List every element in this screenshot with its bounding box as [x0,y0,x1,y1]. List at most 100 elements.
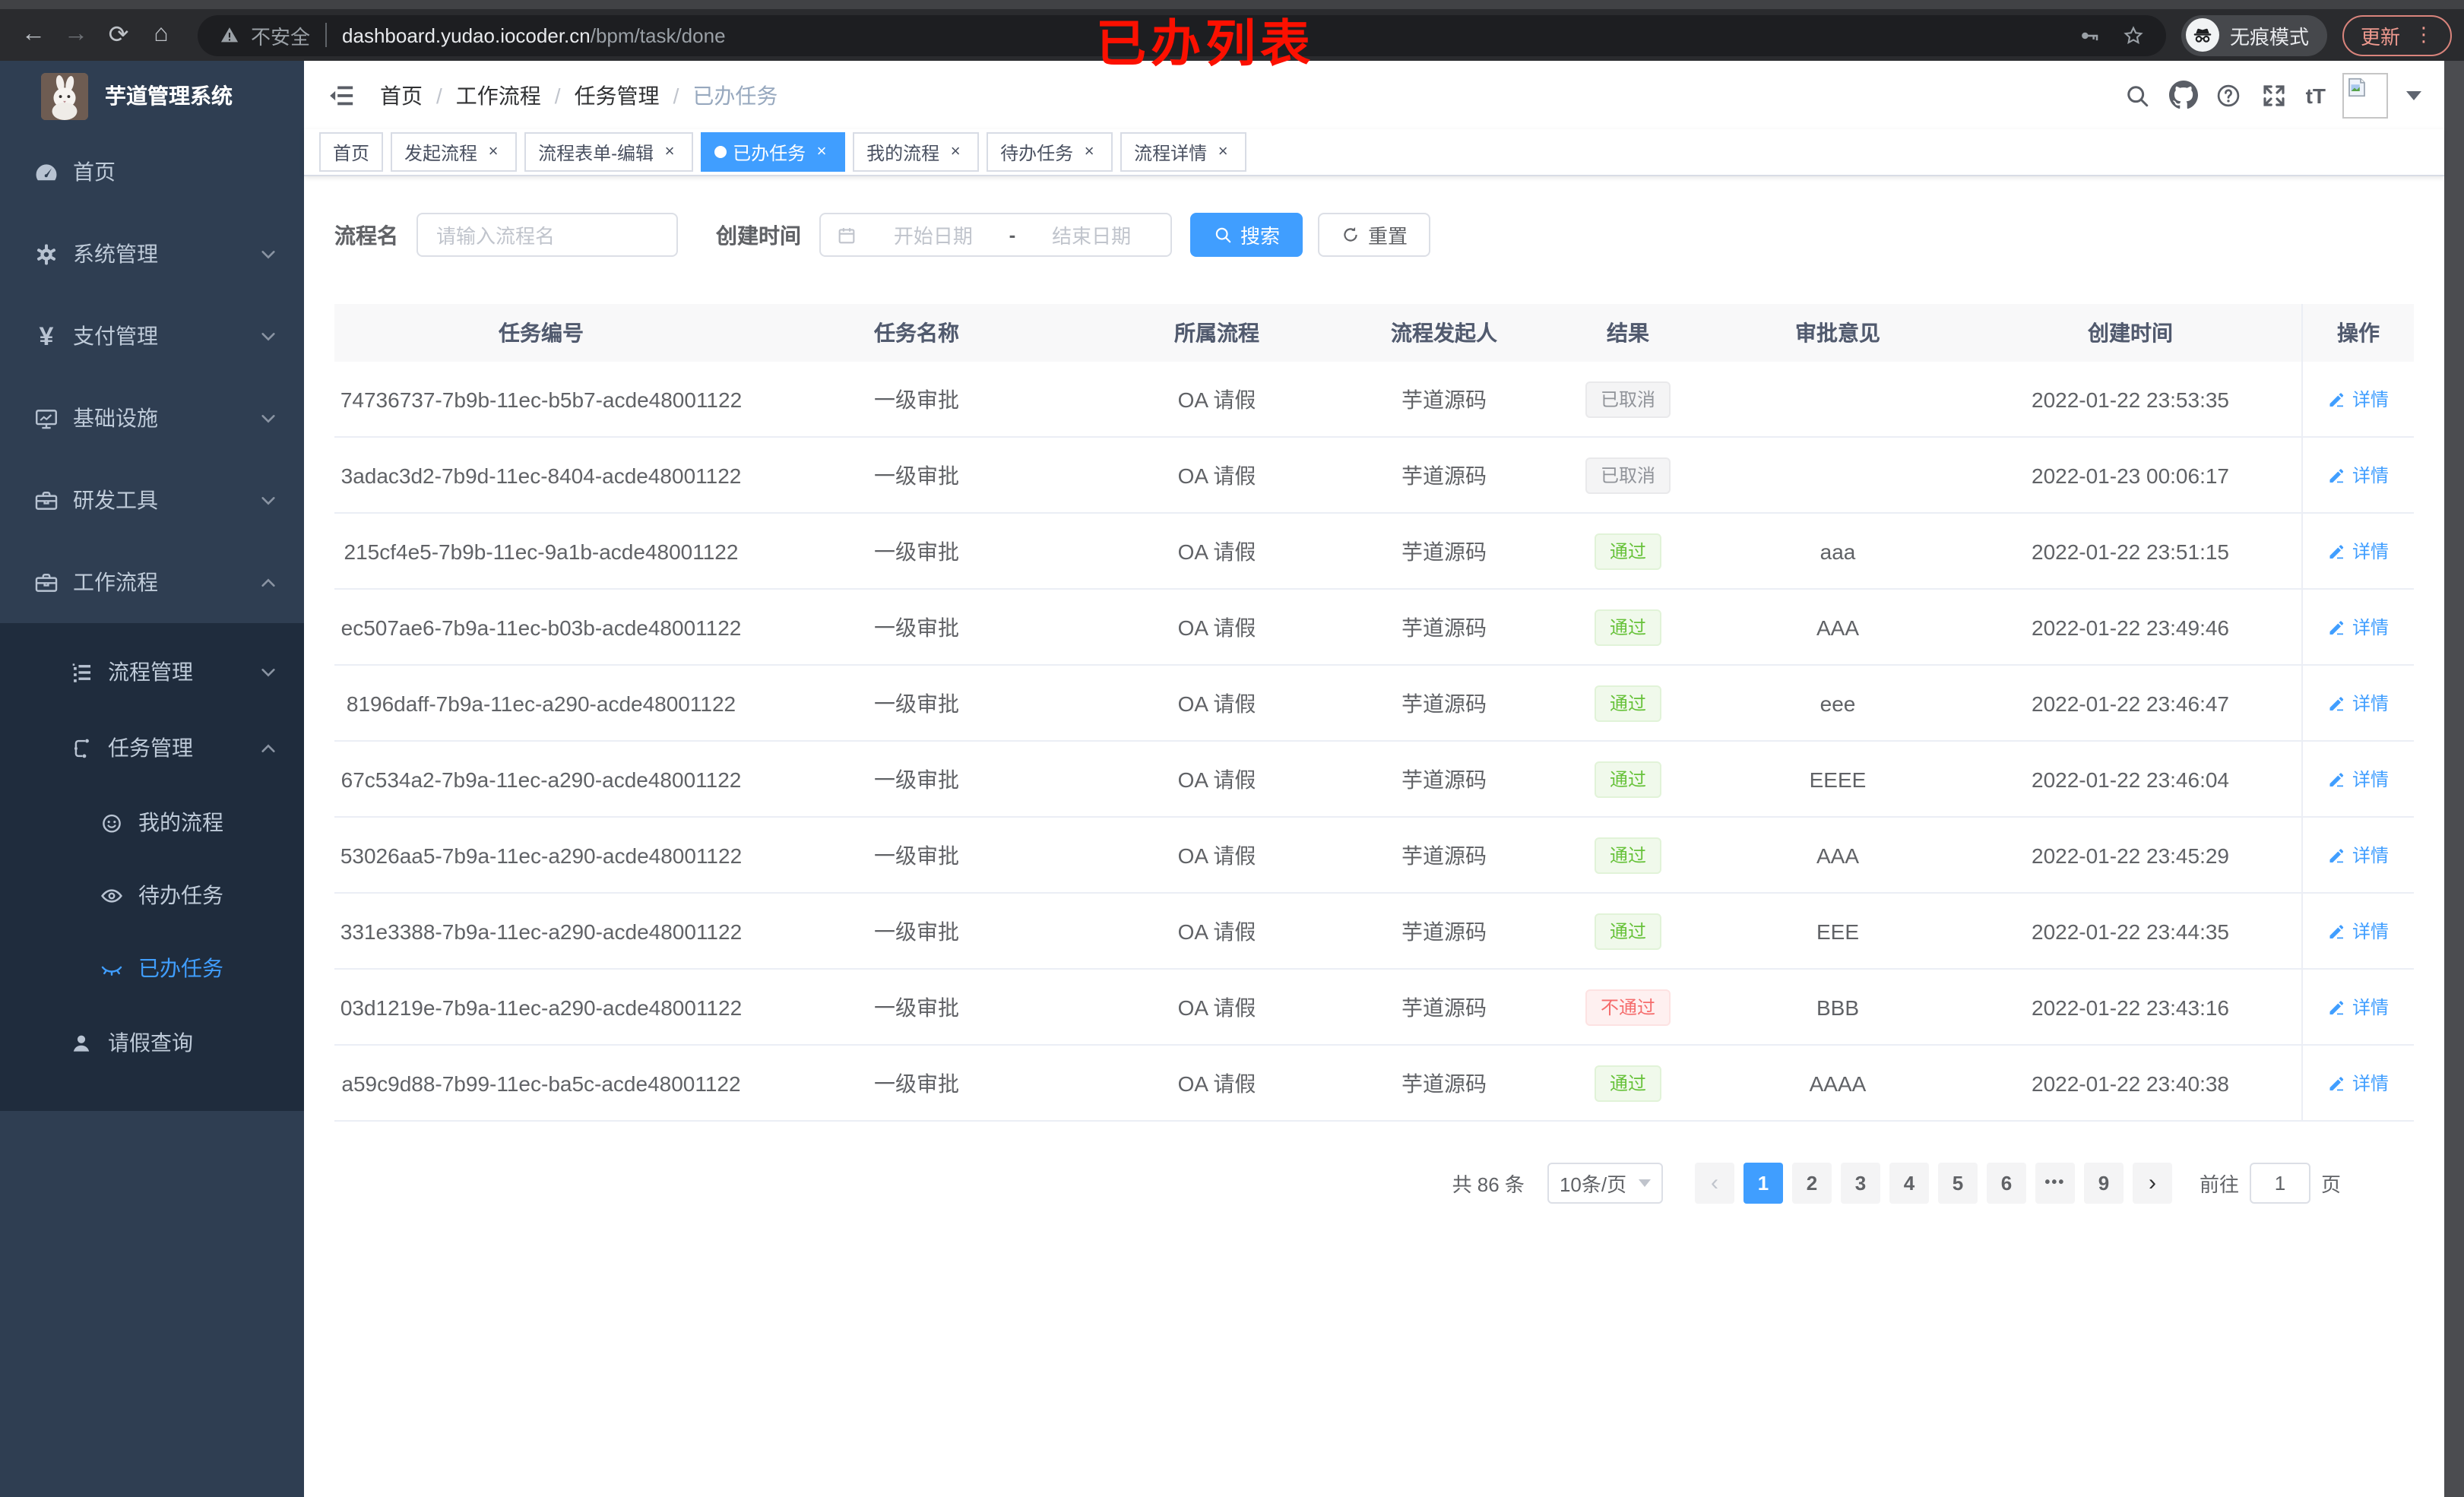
bookmark-star-icon[interactable] [2122,24,2145,46]
edit-icon [2328,846,2346,864]
browser-scrollbar[interactable] [2444,61,2464,1497]
password-key-icon[interactable] [2078,24,2101,46]
tab-home[interactable]: 首页 [319,132,384,172]
sidebar-item-task-mgmt[interactable]: 任务管理 [0,710,304,786]
sidebar-item-done-tasks[interactable]: 已办任务 [0,932,304,1005]
forward-button[interactable]: → [59,17,93,53]
page-size-select[interactable]: 10条/页 [1547,1163,1663,1204]
sidebar-item-system[interactable]: 系统管理 [0,213,304,295]
home-button[interactable]: ⌂ [144,17,178,53]
reload-button[interactable]: ⟳ [102,17,135,53]
tab-my-process[interactable]: 我的流程 × [853,132,980,172]
sidebar-item-process-mgmt[interactable]: 流程管理 [0,634,304,710]
navbar-actions: tT [2124,72,2421,118]
page-button-9[interactable]: 9 [2083,1163,2124,1204]
tab-process-detail[interactable]: 流程详情 × [1120,132,1247,172]
close-icon[interactable]: × [1079,142,1099,162]
sidebar-fold-icon[interactable] [327,80,357,110]
tab-todo-tasks[interactable]: 待办任务 × [987,132,1113,172]
search-button[interactable]: 搜索 [1190,213,1303,257]
prev-page-button[interactable]: ‹ [1694,1163,1734,1204]
browser-menu-icon[interactable]: ⋮ [2414,23,2434,47]
sidebar-item-home[interactable]: 首页 [0,131,304,213]
github-icon[interactable] [2169,81,2198,109]
breadcrumb-item-home[interactable]: 首页 [380,80,423,110]
tab-done-tasks[interactable]: 已办任务 × [701,132,846,172]
page-button-6[interactable]: 6 [1986,1163,2026,1204]
close-icon[interactable]: × [812,142,831,162]
sidebar-item-infra[interactable]: 基础设施 [0,377,304,459]
cell-flow: OA 请假 [1177,919,1256,943]
cell-starter: 芋道源码 [1401,843,1487,867]
cell-task-id: 74736737-7b9b-11ec-b5b7-acde48001122 [340,387,743,411]
url-path: /bpm/task/done [590,24,726,46]
sidebar-item-label: 流程管理 [108,660,193,684]
page-button-2[interactable]: 2 [1791,1163,1832,1204]
avatar-caret-icon[interactable] [2406,90,2421,100]
back-button[interactable]: ← [17,17,50,53]
monitor-icon [33,405,59,431]
close-icon[interactable]: × [945,142,965,162]
sidebar-item-label: 系统管理 [73,242,158,266]
detail-label: 详情 [2352,693,2389,714]
robot-icon [99,809,125,835]
url-text[interactable]: dashboard.yudao.iocoder.cn/bpm/task/done [342,24,726,46]
detail-link[interactable]: 详情 [2328,462,2389,488]
briefcase-icon [33,569,59,595]
col-header-actions: 操作 [2301,304,2414,362]
workflow-submenu: 流程管理 任务管理 我的流程 待办任务 已办任务 请假查询 [0,623,304,1111]
sidebar-item-devtools[interactable]: 研发工具 [0,459,304,541]
breadcrumb-item-task-mgmt[interactable]: 任务管理 [575,80,660,110]
cell-starter: 芋道源码 [1401,767,1487,791]
sidebar-item-todo-tasks[interactable]: 待办任务 [0,859,304,932]
browser-update-button[interactable]: 更新 ⋮ [2342,14,2452,55]
cell-task-name: 一级审批 [874,1071,959,1095]
search-icon[interactable] [2124,81,2152,109]
sidebar-item-leave-query[interactable]: 请假查询 [0,1005,304,1081]
sidebar-item-my-process[interactable]: 我的流程 [0,786,304,859]
detail-link[interactable]: 详情 [2328,842,2389,868]
detail-link[interactable]: 详情 [2328,614,2389,640]
detail-link[interactable]: 详情 [2328,1070,2389,1096]
close-icon[interactable]: × [660,142,679,162]
close-icon[interactable]: × [483,142,503,162]
tab-start-process[interactable]: 发起流程 × [391,132,518,172]
page-button-4[interactable]: 4 [1889,1163,1929,1204]
sidebar-item-workflow[interactable]: 工作流程 [0,541,304,623]
fullscreen-icon[interactable] [2260,81,2289,109]
detail-link[interactable]: 详情 [2328,386,2389,412]
detail-link[interactable]: 详情 [2328,918,2389,944]
page-button-1[interactable]: 1 [1743,1163,1783,1204]
sidebar-item-payment[interactable]: ¥ 支付管理 [0,295,304,377]
font-size-icon[interactable]: tT [2306,83,2326,107]
create-time-range-input[interactable]: 开始日期 - 结束日期 [819,213,1172,257]
detail-link[interactable]: 详情 [2328,538,2389,564]
breadcrumb-item-current: 已办任务 [692,83,778,107]
page-button-5[interactable]: 5 [1937,1163,1978,1204]
help-icon[interactable] [2215,81,2244,109]
close-icon[interactable]: × [1213,142,1233,162]
detail-link[interactable]: 详情 [2328,690,2389,716]
more-pages-button[interactable]: ••• [2035,1163,2075,1204]
tab-form-edit[interactable]: 流程表单-编辑 × [524,132,694,172]
cell-starter: 芋道源码 [1401,387,1487,411]
app-frame: 芋道管理系统 首页 系统管理 ¥ 支付管理 基础设施 研发工具 工作流程 流程管… [0,61,2464,1497]
process-name-input[interactable]: 请输入流程名 [416,213,678,257]
reset-button[interactable]: 重置 [1318,213,1431,257]
avatar[interactable] [2342,72,2388,118]
next-page-button[interactable]: › [2132,1163,2172,1204]
detail-link[interactable]: 详情 [2328,994,2389,1020]
url-divider [325,23,328,47]
security-label: 不安全 [251,25,311,48]
cell-created: 2022-01-22 23:49:46 [2032,615,2229,639]
sidebar-logo-row[interactable]: 芋道管理系统 [0,61,304,131]
table-row: ec507ae6-7b9a-11ec-b03b-acde48001122 一级审… [334,590,2414,666]
detail-link[interactable]: 详情 [2328,766,2389,792]
breadcrumb-item-workflow[interactable]: 工作流程 [456,80,541,110]
page-size-value: 10条/页 [1559,1173,1627,1196]
cell-comment: aaa [1819,539,1856,563]
col-header-result: 结果 [1540,304,1716,362]
goto-page-input[interactable]: 1 [2249,1163,2310,1204]
page-button-3[interactable]: 3 [1840,1163,1880,1204]
status-badge: 已取消 [1585,457,1671,493]
